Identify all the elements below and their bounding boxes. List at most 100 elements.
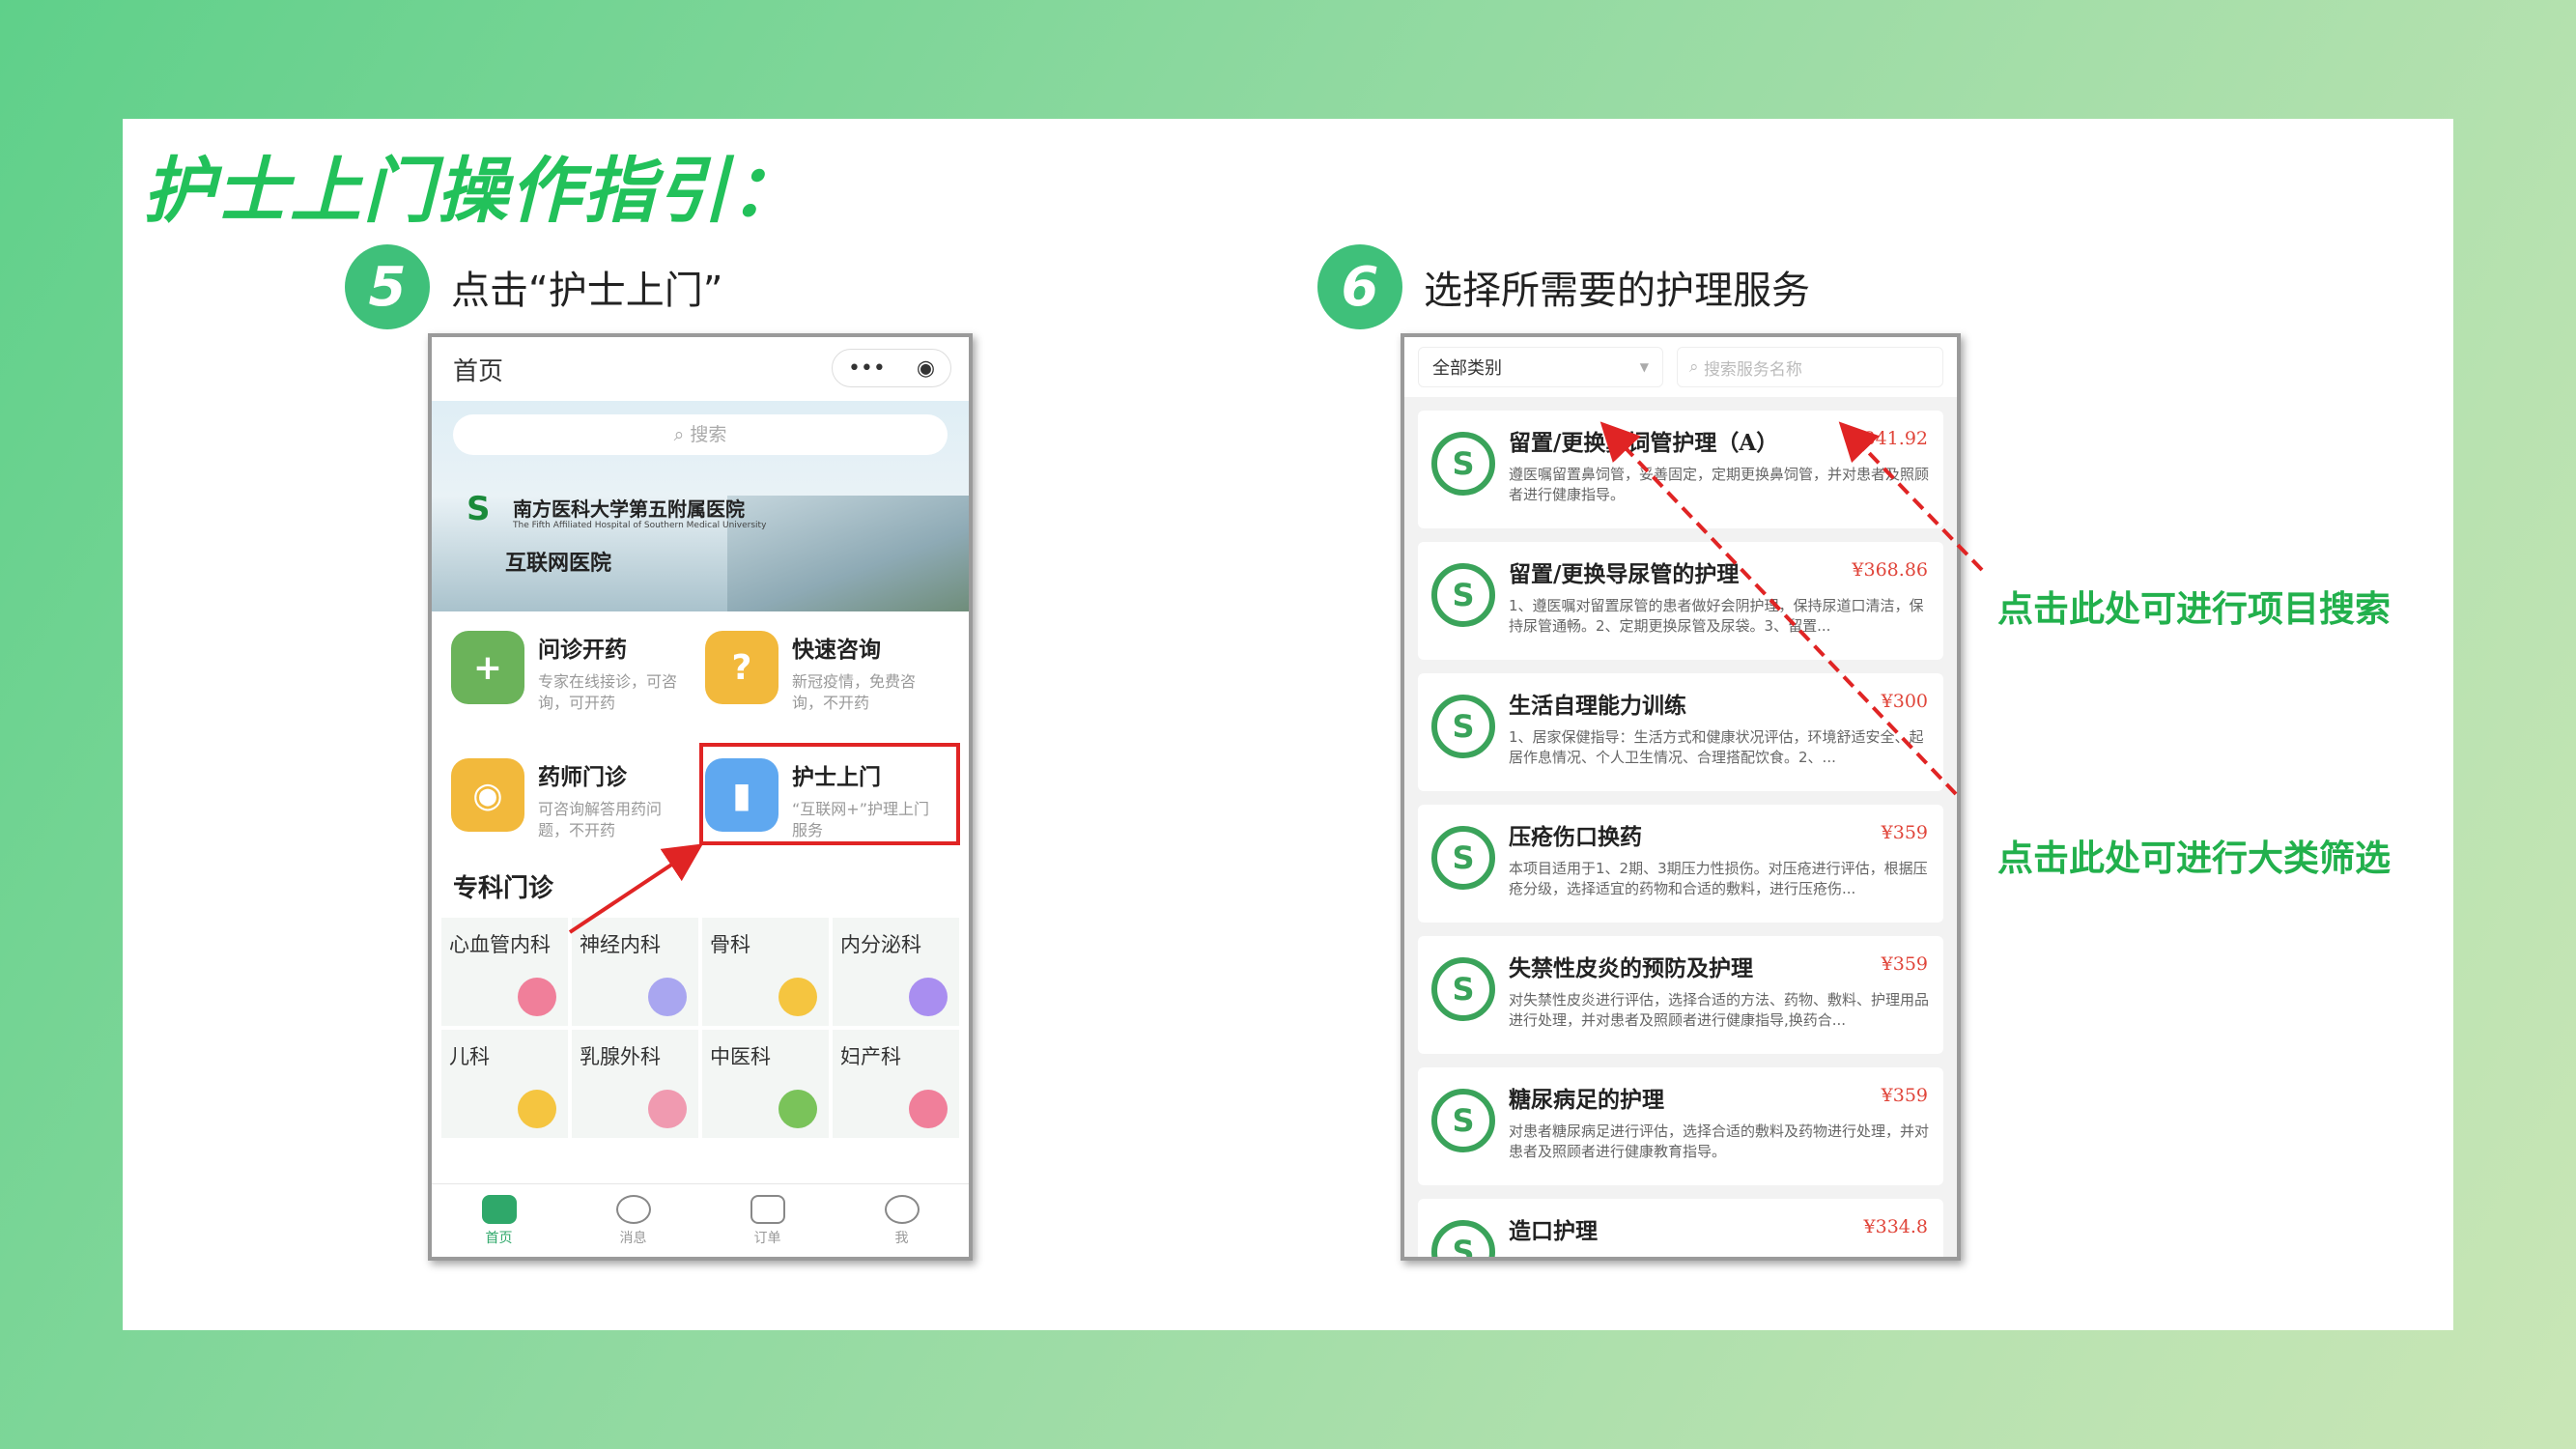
item-desc: 1、居家保健指导：生活方式和健康状况评估，环境舒适安全、起居作息情况、个人卫生情… [1509, 728, 1924, 766]
dept-orthopedics[interactable]: 骨科 [702, 918, 829, 1026]
hospital-logo-icon: S [1431, 1220, 1495, 1257]
baby-icon [518, 1090, 556, 1128]
item-title: 生活自理能力训练 [1509, 693, 1686, 719]
item-desc: 对失禁性皮炎进行评估，选择合适的方法、药物、敷料、护理用品进行处理，并对患者及照… [1509, 991, 1930, 1029]
page-title: 护士上门操作指引： [143, 150, 804, 233]
hospital-building-image [727, 496, 969, 611]
bone-icon [778, 978, 817, 1016]
hospital-logo-icon: S [1431, 957, 1495, 1021]
phone-service-list: 全部类别 ▼ ⌕ 搜索服务名称 S 留置/更换鼻饲管护理（A） 遵医嘱留置鼻饲管，妥善… [1401, 333, 1961, 1261]
dept-endocrinology[interactable]: 内分泌科 [833, 918, 959, 1026]
tab-home[interactable]: 首页 [432, 1184, 566, 1257]
item-price: ¥334.8 [1863, 1216, 1928, 1237]
more-icon[interactable]: ••• [848, 356, 886, 381]
dept-neurology[interactable]: 神经内科 [572, 918, 698, 1026]
order-icon [750, 1194, 785, 1224]
item-desc: 对患者糖尿病足进行评估，选择合适的敷料及药物进行处理，并对患者及照顾者进行健康教… [1509, 1122, 1930, 1160]
item-title: 糖尿病足的护理 [1509, 1087, 1664, 1113]
category-select[interactable]: 全部类别 ▼ [1418, 347, 1663, 387]
hospital-logo-icon: S [1431, 826, 1495, 890]
hospital-logo: S [467, 490, 491, 528]
chat-icon [615, 1194, 651, 1224]
service-desc: 专家在线接诊，可咨询，可开药 [538, 672, 678, 713]
phone-home-screen: 首页 ••• ◉ ⌕ 搜索 S 南方医科大学第五附属医院 The Fifth A… [428, 333, 973, 1261]
item-price: ¥300 [1881, 691, 1928, 712]
breast-icon [648, 1090, 687, 1128]
herb-bowl-icon [778, 1090, 817, 1128]
search-input[interactable]: ⌕ 搜索 [453, 414, 948, 455]
list-item[interactable]: S 失禁性皮炎的预防及护理对失禁性皮炎进行评估，选择合适的方法、药物、敷料、护理用… [1418, 936, 1943, 1054]
list-item[interactable]: S 造口护理 ¥334.8 [1418, 1199, 1943, 1257]
top-bar: 首页 ••• ◉ [432, 337, 969, 401]
section-title: 专科门诊 [453, 874, 554, 903]
hospital-subname: The Fifth Affiliated Hospital of Souther… [513, 521, 767, 530]
service-desc: 可咨询解答用药问题，不开药 [538, 800, 663, 840]
item-title: 失禁性皮炎的预防及护理 [1509, 955, 1753, 981]
home-icon [481, 1194, 517, 1224]
hospital-logo-icon: S [1431, 1089, 1495, 1152]
hospital-logo-icon: S [1431, 563, 1495, 627]
department-grid: 心血管内科 神经内科 骨科 内分泌科 儿科 乳腺外科 中医科 妇产科 [432, 904, 969, 1138]
service-desc: 新冠疫情，免费咨询，不开药 [792, 672, 917, 713]
question-icon: ? [705, 631, 778, 704]
hospital-banner: ⌕ 搜索 S 南方医科大学第五附属医院 The Fifth Affiliated… [432, 401, 969, 611]
item-title: 压疮伤口换药 [1509, 824, 1642, 850]
chevron-down-icon: ▼ [1639, 360, 1649, 374]
service-title: 药师门诊 [538, 765, 627, 790]
service-title: 问诊开药 [538, 638, 627, 663]
item-price: ¥341.92 [1852, 428, 1928, 449]
brain-icon [648, 978, 687, 1016]
step-number: 6 [1317, 244, 1402, 329]
tab-orders[interactable]: 订单 [700, 1184, 835, 1257]
service-pharmacist[interactable]: ◉ 药师门诊可咨询解答用药问题，不开药 [451, 749, 705, 863]
search-icon: ⌕ [1689, 357, 1704, 377]
hospital-logo-icon: S [1431, 432, 1495, 496]
search-hint-label: 点击此处可进行项目搜索 [1997, 588, 2391, 630]
list-item[interactable]: S 压疮伤口换药本项目适用于1、2期、3期压力性损伤。对压疮进行评估，根据压疮分级… [1418, 805, 1943, 923]
service-quick-consult[interactable]: ? 快速咨询新冠疫情，免费咨询，不开药 [705, 621, 959, 735]
dept-obgyn[interactable]: 妇产科 [833, 1030, 959, 1138]
pill-icon: ◉ [451, 758, 524, 832]
dept-tcm[interactable]: 中医科 [702, 1030, 829, 1138]
heart-icon [518, 978, 556, 1016]
item-price: ¥359 [1881, 822, 1928, 843]
service-nurse-visit[interactable]: ▮ 护士上门 “互联网+”护理上门服务 [699, 743, 960, 863]
step-text: 选择所需要的护理服务 [1424, 269, 1810, 313]
item-desc: 1、遵医嘱对留置尿管的患者做好会阴护理，保持尿道口清洁，保持尿管通畅。2、定期更… [1509, 597, 1924, 635]
step-text: 点击“护士上门” [451, 269, 723, 313]
internet-hospital-label: 互联网医院 [505, 552, 612, 576]
close-icon[interactable]: ◉ [917, 356, 935, 381]
tab-me[interactable]: 我 [835, 1184, 969, 1257]
highlight-box [699, 743, 960, 845]
filter-bar: 全部类别 ▼ ⌕ 搜索服务名称 [1404, 337, 1957, 397]
item-desc: 遵医嘱留置鼻饲管，妥善固定，定期更换鼻饲管，并对患者及照顾者进行健康指导。 [1509, 466, 1930, 503]
service-title: 快速咨询 [792, 638, 881, 663]
item-price: ¥359 [1881, 953, 1928, 975]
uterus-icon [909, 1090, 948, 1128]
list-item[interactable]: S 留置/更换鼻饲管护理（A） 遵医嘱留置鼻饲管，妥善固定，定期更换鼻饲管，并对患者… [1418, 411, 1943, 528]
hospital-name: 南方医科大学第五附属医院 [513, 497, 745, 521]
step-number: 5 [345, 244, 430, 329]
mini-program-capsule: ••• ◉ [832, 349, 951, 387]
service-list: S 留置/更换鼻饲管护理（A） 遵医嘱留置鼻饲管，妥善固定，定期更换鼻饲管，并对患者… [1404, 411, 1957, 1257]
step-6: 6 选择所需要的护理服务 [1317, 244, 1810, 329]
tab-bar: 首页 消息 订单 我 [432, 1183, 969, 1257]
thyroid-icon [909, 978, 948, 1016]
hospital-logo-icon: S [1431, 695, 1495, 758]
list-item[interactable]: S 糖尿病足的护理对患者糖尿病足进行评估，选择合适的敷料及药物进行处理，并对患者及… [1418, 1067, 1943, 1185]
list-item[interactable]: S 留置/更换导尿管的护理 1、遵医嘱对留置尿管的患者做好会阴护理，保持尿道口清洁，… [1418, 542, 1943, 660]
item-desc: 本项目适用于1、2期、3期压力性损伤。对压疮进行评估，根据压疮分级，选择适宜的药… [1509, 860, 1928, 897]
service-consult-prescribe[interactable]: + 问诊开药专家在线接诊，可咨询，可开药 [451, 621, 705, 735]
filter-hint-label: 点击此处可进行大类筛选 [1997, 838, 2391, 879]
tab-messages[interactable]: 消息 [566, 1184, 700, 1257]
list-item[interactable]: S 生活自理能力训练 1、居家保健指导：生活方式和健康状况评估，环境舒适安全、起居作… [1418, 673, 1943, 791]
dept-cardiology[interactable]: 心血管内科 [441, 918, 568, 1026]
user-icon [884, 1194, 920, 1224]
screen-title: 首页 [453, 356, 504, 386]
dept-pediatrics[interactable]: 儿科 [441, 1030, 568, 1138]
item-price: ¥359 [1881, 1085, 1928, 1106]
service-grid: + 问诊开药专家在线接诊，可咨询，可开药 ? 快速咨询新冠疫情，免费咨询，不开药… [432, 611, 969, 863]
dept-breast-surgery[interactable]: 乳腺外科 [572, 1030, 698, 1138]
search-input[interactable]: ⌕ 搜索服务名称 [1677, 347, 1943, 387]
plus-icon: + [451, 631, 524, 704]
